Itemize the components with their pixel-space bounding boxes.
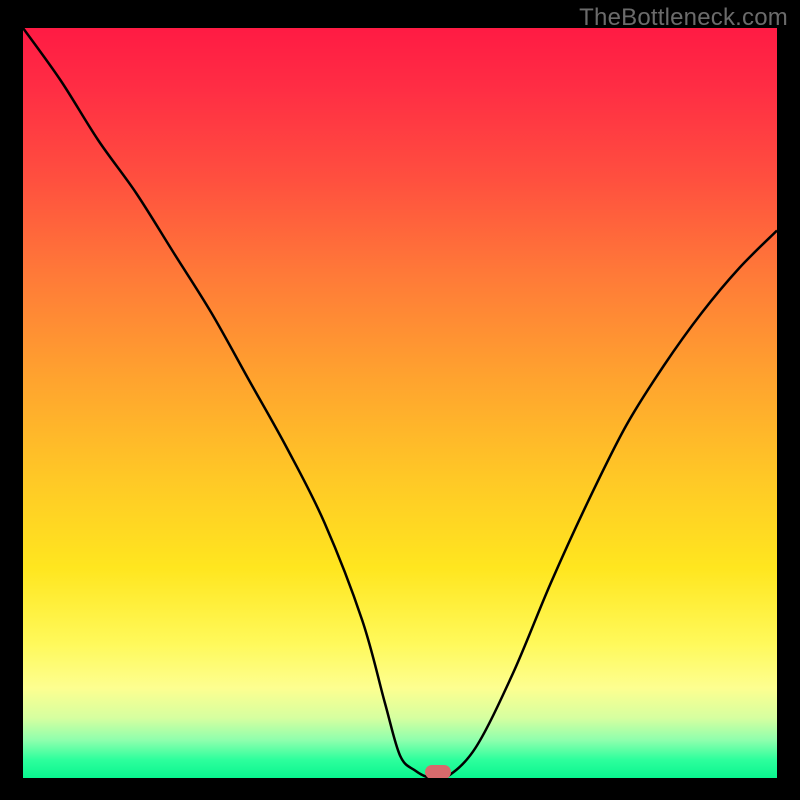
minimum-marker-icon [425, 765, 451, 778]
chart-frame: TheBottleneck.com [0, 0, 800, 800]
plot-area [23, 28, 777, 778]
bottleneck-curve [23, 28, 777, 778]
watermark-text: TheBottleneck.com [579, 4, 788, 32]
